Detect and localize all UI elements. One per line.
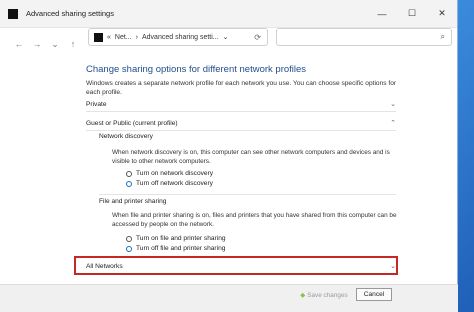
- profile-guest-public[interactable]: Guest or Public (current profile) ⌃: [86, 119, 396, 128]
- address-dropdown-icon[interactable]: ⌄: [223, 33, 229, 41]
- maximize-button[interactable]: ☐: [397, 0, 427, 27]
- minimize-button[interactable]: —: [367, 0, 397, 27]
- network-discovery-title: Network discovery: [99, 133, 153, 140]
- chevron-down-icon[interactable]: ⌄: [390, 100, 396, 108]
- radio-button-selected[interactable]: [126, 245, 132, 252]
- radio-button[interactable]: [126, 170, 132, 177]
- shield-icon: ◆: [300, 292, 306, 299]
- radio-turn-off-file-sharing[interactable]: Turn off file and printer sharing: [126, 245, 225, 252]
- radio-button[interactable]: [126, 235, 132, 242]
- advanced-sharing-window: Advanced sharing settings — ☐ ✕ ← → ⌄ ↑ …: [0, 0, 458, 312]
- profile-guest-label: Guest or Public (current profile): [86, 119, 178, 127]
- back-button[interactable]: ←: [10, 39, 28, 49]
- refresh-icon[interactable]: ⟳: [254, 33, 261, 42]
- radio-button-selected[interactable]: [126, 180, 132, 187]
- breadcrumb-network[interactable]: Net...: [115, 34, 132, 41]
- radio-turn-on-network-discovery[interactable]: Turn on network discovery: [126, 170, 213, 177]
- radio-label: Turn off network discovery: [136, 180, 213, 187]
- radio-turn-off-network-discovery[interactable]: Turn off network discovery: [126, 180, 213, 187]
- title-bar: Advanced sharing settings — ☐ ✕: [0, 0, 457, 28]
- app-icon: [8, 8, 18, 19]
- forward-button[interactable]: →: [28, 39, 46, 49]
- divider: [86, 130, 396, 131]
- cancel-button[interactable]: Cancel: [356, 288, 392, 301]
- network-discovery-description: When network discovery is on, this compu…: [112, 149, 390, 165]
- search-input[interactable]: ⌕: [276, 28, 452, 46]
- page-title: Change sharing options for different net…: [86, 64, 307, 75]
- breadcrumb-separator: ›: [135, 33, 138, 41]
- file-printer-sharing-description: When file and printer sharing is on, fil…: [112, 212, 397, 228]
- address-overflow[interactable]: «: [107, 34, 111, 41]
- page-description: Windows creates a separate network profi…: [86, 80, 397, 96]
- file-printer-sharing-title: File and printer sharing: [99, 198, 167, 205]
- divider: [86, 111, 396, 112]
- recent-dropdown[interactable]: ⌄: [46, 39, 64, 50]
- chevron-up-icon[interactable]: ⌃: [390, 119, 396, 127]
- main-content: Change sharing options for different net…: [86, 64, 402, 97]
- window-title: Advanced sharing settings: [26, 9, 114, 18]
- close-button[interactable]: ✕: [427, 0, 457, 27]
- control-panel-icon: [94, 32, 103, 42]
- radio-turn-on-file-sharing[interactable]: Turn on file and printer sharing: [126, 235, 226, 242]
- address-bar[interactable]: « Net... › Advanced sharing setti... ⌄ ⟳: [88, 28, 268, 46]
- up-button[interactable]: ↑: [64, 39, 82, 49]
- profile-private-label: Private: [86, 100, 107, 108]
- breadcrumb-advanced-sharing[interactable]: Advanced sharing setti...: [142, 34, 219, 41]
- save-changes-label: Save changes: [307, 291, 348, 299]
- divider: [99, 194, 396, 195]
- window-controls: — ☐ ✕: [367, 0, 457, 27]
- radio-label: Turn on file and printer sharing: [136, 235, 226, 242]
- profile-private[interactable]: Private ⌄: [86, 100, 396, 109]
- highlight-box: [74, 256, 398, 275]
- radio-label: Turn on network discovery: [136, 170, 214, 177]
- radio-label: Turn off file and printer sharing: [136, 245, 226, 252]
- search-icon[interactable]: ⌕: [441, 32, 445, 42]
- save-changes-button[interactable]: ◆ Save changes: [298, 289, 350, 301]
